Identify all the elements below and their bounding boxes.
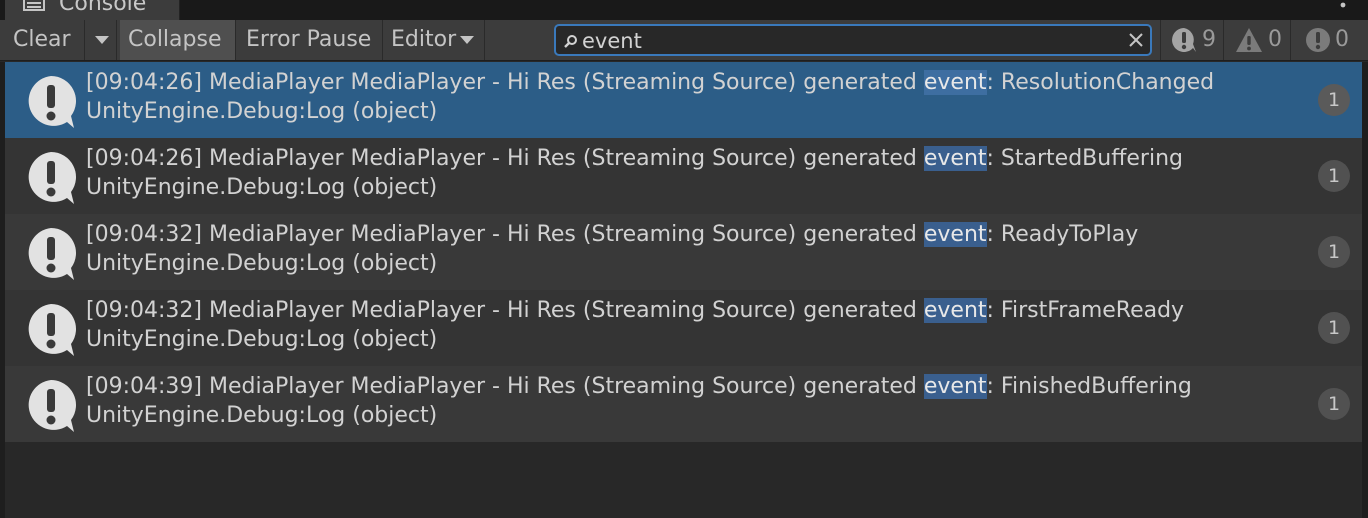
log-entry-row[interactable]: [09:04:32] MediaPlayer MediaPlayer - Hi … [5,290,1362,366]
empty-list-area [5,442,1362,518]
search-match-highlight: event [923,222,987,247]
log-entry-row[interactable]: [09:04:32] MediaPlayer MediaPlayer - Hi … [5,214,1362,290]
log-message: [09:04:26] MediaPlayer MediaPlayer - Hi … [86,70,1215,95]
info-speech-bubble-icon [28,152,76,204]
search-icon [564,35,577,48]
collapse-toggle[interactable]: Collapse [120,20,236,60]
log-entry-row[interactable]: [09:04:26] MediaPlayer MediaPlayer - Hi … [5,138,1362,214]
error-count: 0 [1335,27,1349,52]
info-speech-bubble-icon [28,304,76,356]
info-count-toggle[interactable]: 9 [1160,20,1223,60]
log-message: [09:04:39] MediaPlayer MediaPlayer - Hi … [86,374,1192,399]
chevron-down-icon [95,36,109,44]
error-pause-toggle[interactable]: Error Pause [238,20,383,60]
clear-options-dropdown[interactable] [85,20,117,60]
log-entry-list: [09:04:26] MediaPlayer MediaPlayer - Hi … [5,62,1362,518]
close-icon[interactable] [1128,32,1144,48]
chevron-down-icon [460,36,475,44]
log-stack-trace: UnityEngine.Debug:Log (object) [86,175,438,200]
search-match-highlight: event [923,70,987,95]
search-match-highlight: event [923,298,987,323]
tab-title: Console [59,0,147,16]
log-message: [09:04:32] MediaPlayer MediaPlayer - Hi … [86,298,1185,323]
info-speech-bubble-icon [28,380,76,432]
console-icon [23,0,45,11]
log-stack-trace: UnityEngine.Debug:Log (object) [86,99,438,124]
editor-dropdown[interactable]: Editor [383,20,485,60]
warning-icon [1236,28,1262,52]
collapse-count-badge: 1 [1318,84,1350,116]
tab-strip: Console [0,0,1368,20]
info-speech-bubble-icon [28,76,76,128]
clear-button[interactable]: Clear [5,20,85,60]
editor-dropdown-label: Editor [391,27,457,52]
collapse-count-badge: 1 [1318,160,1350,192]
collapse-count-badge: 1 [1318,388,1350,420]
search-input[interactable] [582,27,1122,55]
info-speech-bubble-icon [28,228,76,280]
warning-count: 0 [1268,27,1282,52]
error-icon [1306,28,1330,52]
log-stack-trace: UnityEngine.Debug:Log (object) [86,327,438,352]
info-count: 9 [1202,27,1216,52]
panel-border-right [1362,62,1368,518]
search-match-highlight: event [923,374,987,399]
error-count-toggle[interactable]: 0 [1290,20,1368,60]
log-message: [09:04:32] MediaPlayer MediaPlayer - Hi … [86,222,1139,247]
kebab-menu-icon[interactable] [1340,0,1346,10]
search-field[interactable] [554,24,1152,56]
log-entry-row[interactable]: [09:04:26] MediaPlayer MediaPlayer - Hi … [5,62,1362,138]
collapse-count-badge: 1 [1318,236,1350,268]
search-match-highlight: event [923,146,987,171]
info-icon [1172,28,1196,52]
tab-console[interactable]: Console [5,0,180,20]
log-entry-row[interactable]: [09:04:39] MediaPlayer MediaPlayer - Hi … [5,366,1362,442]
console-toolbar: Clear Collapse Error Pause Editor 9 [0,20,1368,61]
log-stack-trace: UnityEngine.Debug:Log (object) [86,403,438,428]
warning-count-toggle[interactable]: 0 [1223,20,1290,60]
collapse-count-badge: 1 [1318,312,1350,344]
log-stack-trace: UnityEngine.Debug:Log (object) [86,251,438,276]
log-message: [09:04:26] MediaPlayer MediaPlayer - Hi … [86,146,1183,171]
